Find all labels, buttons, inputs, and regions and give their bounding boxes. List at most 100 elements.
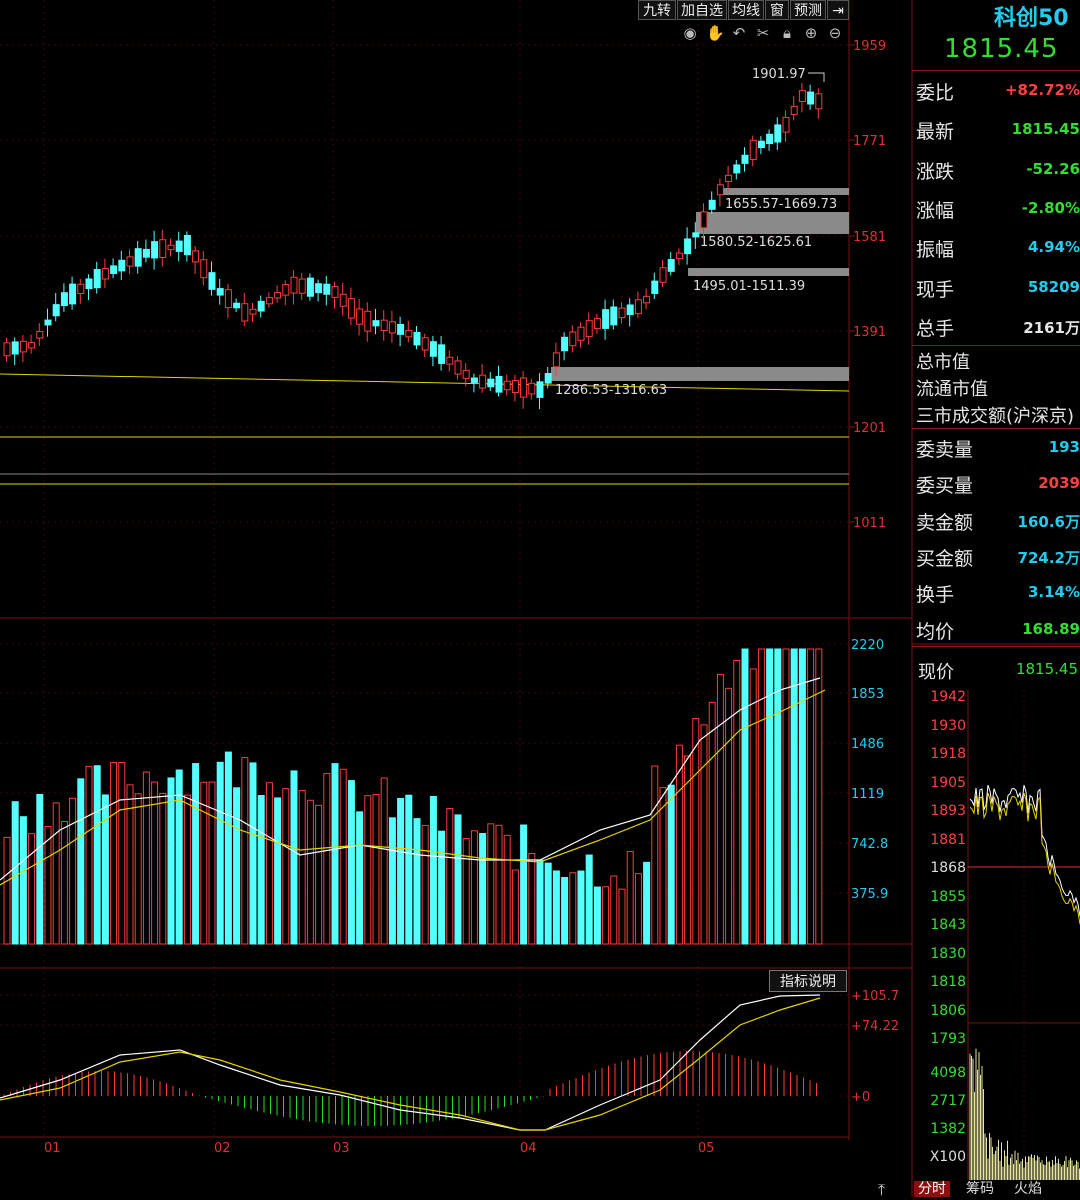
volume-bar bbox=[626, 851, 634, 945]
volume-bar bbox=[536, 859, 544, 945]
volume-bar bbox=[183, 794, 191, 945]
window-button[interactable]: 窗 bbox=[765, 0, 789, 20]
r2-label: 委卖量 bbox=[916, 439, 974, 461]
zoom-out-icon[interactable]: ⊖ bbox=[826, 24, 844, 42]
volume-bar bbox=[85, 765, 93, 945]
volume-bar bbox=[807, 648, 815, 945]
r2-value: 724.2万 bbox=[1017, 548, 1080, 567]
candle-body bbox=[626, 304, 634, 316]
volume-bar bbox=[52, 802, 60, 945]
candle-body bbox=[716, 184, 724, 196]
month-label: 04 bbox=[520, 1141, 537, 1156]
volume-bar bbox=[208, 781, 216, 945]
r1-value: -52.26 bbox=[1026, 159, 1080, 178]
volume-bar bbox=[495, 824, 503, 945]
volume-bar bbox=[405, 794, 413, 945]
r1-label: 最新 bbox=[916, 121, 955, 144]
current-price: 1815.45 bbox=[944, 34, 1059, 64]
month-label: 02 bbox=[214, 1141, 231, 1156]
candle-body bbox=[593, 317, 601, 330]
volume-bar bbox=[331, 763, 339, 945]
zoom-in-icon[interactable]: ⊕ bbox=[802, 24, 820, 42]
candle-body bbox=[208, 272, 216, 290]
candle-body bbox=[725, 174, 733, 183]
candle-body bbox=[3, 342, 11, 357]
candle-body bbox=[577, 326, 585, 341]
volume-bar bbox=[700, 724, 708, 945]
r1-value: 1815.45 bbox=[1011, 120, 1080, 139]
volume-bar bbox=[790, 648, 798, 945]
candle-body bbox=[77, 283, 85, 295]
volume-bar bbox=[634, 873, 642, 945]
volume-bar bbox=[429, 796, 437, 945]
candle-body bbox=[200, 259, 208, 279]
candle-body bbox=[675, 252, 683, 260]
candle-body bbox=[405, 329, 413, 338]
jiuzhuan-button[interactable]: 九转 bbox=[638, 0, 676, 20]
candle-body bbox=[11, 341, 19, 355]
r2-value: 2039 bbox=[1038, 474, 1080, 493]
volume-bar bbox=[323, 773, 331, 945]
volume-bar bbox=[446, 808, 454, 945]
volume-bar bbox=[28, 833, 36, 945]
volume-bar bbox=[397, 797, 405, 945]
volume-bar bbox=[110, 762, 118, 945]
candle-body bbox=[249, 308, 257, 315]
tab-flame[interactable]: 火焰 bbox=[1010, 1181, 1046, 1197]
r2-label: 均价 bbox=[916, 620, 955, 643]
moving-average-button[interactable]: 均线 bbox=[728, 0, 764, 20]
volume-bar bbox=[364, 795, 372, 945]
volume-bar bbox=[257, 795, 265, 945]
scissors-icon[interactable]: ✂ bbox=[754, 24, 772, 42]
volume-bar bbox=[766, 648, 774, 945]
candle-body bbox=[651, 280, 659, 294]
tab-intraday[interactable]: 分时 bbox=[914, 1181, 950, 1197]
volume-bar bbox=[470, 830, 478, 945]
eye-icon[interactable]: ◉ bbox=[681, 24, 699, 42]
volume-bar bbox=[421, 824, 429, 945]
price-axis-label: 1391 bbox=[853, 325, 886, 340]
volume-bar bbox=[741, 648, 749, 945]
volume-bar bbox=[380, 777, 388, 945]
tab-chips[interactable]: 筹码 bbox=[962, 1181, 998, 1197]
volume-bar bbox=[462, 838, 470, 945]
gap-zone bbox=[696, 212, 849, 234]
volume-bar bbox=[577, 870, 585, 945]
scroll-top-icon[interactable]: ⤒ bbox=[878, 1180, 885, 1200]
lock-icon[interactable]: 🔒︎ bbox=[778, 24, 796, 42]
volume-axis-label: 742.8 bbox=[851, 837, 888, 852]
candle-body bbox=[807, 91, 815, 105]
volume-bar bbox=[93, 765, 101, 945]
intraday-volume bbox=[969, 1048, 1080, 1180]
forecast-button[interactable]: 预测 bbox=[790, 0, 826, 20]
indicator-help-button[interactable]: 指标说明 bbox=[769, 970, 847, 992]
volume-bar bbox=[339, 768, 347, 945]
hand-icon[interactable]: ✋ bbox=[706, 24, 725, 42]
r2-value: 160.6万 bbox=[1017, 512, 1080, 531]
volume-bar bbox=[118, 762, 126, 945]
r1-label: 总手 bbox=[916, 317, 955, 340]
candle-body bbox=[552, 352, 560, 368]
candle-body bbox=[192, 250, 200, 263]
candle-body bbox=[585, 320, 593, 338]
volume-bar bbox=[77, 778, 85, 945]
add-favorite-button[interactable]: 加自选 bbox=[677, 0, 727, 20]
volume-bar bbox=[69, 797, 77, 945]
candle-body bbox=[782, 116, 790, 133]
candle-body bbox=[766, 133, 774, 145]
volume-bar bbox=[413, 818, 421, 945]
r2-value: 193 bbox=[1048, 438, 1080, 456]
collapse-panel-icon[interactable]: ⇥ bbox=[827, 0, 849, 20]
volume-bar bbox=[3, 836, 11, 945]
undo-icon[interactable]: ↶ bbox=[730, 24, 748, 42]
intraday-price-tick: 1793 bbox=[930, 1031, 966, 1047]
r2-label: 换手 bbox=[916, 584, 955, 607]
candle-body bbox=[815, 93, 823, 110]
r1-label: 现手 bbox=[916, 278, 955, 301]
candle-body bbox=[36, 331, 44, 339]
candle-body bbox=[397, 323, 405, 335]
candle-body bbox=[323, 283, 331, 295]
volume-bar bbox=[298, 789, 306, 945]
price-axis-label: 1959 bbox=[853, 39, 886, 54]
volume-bar bbox=[216, 761, 224, 945]
